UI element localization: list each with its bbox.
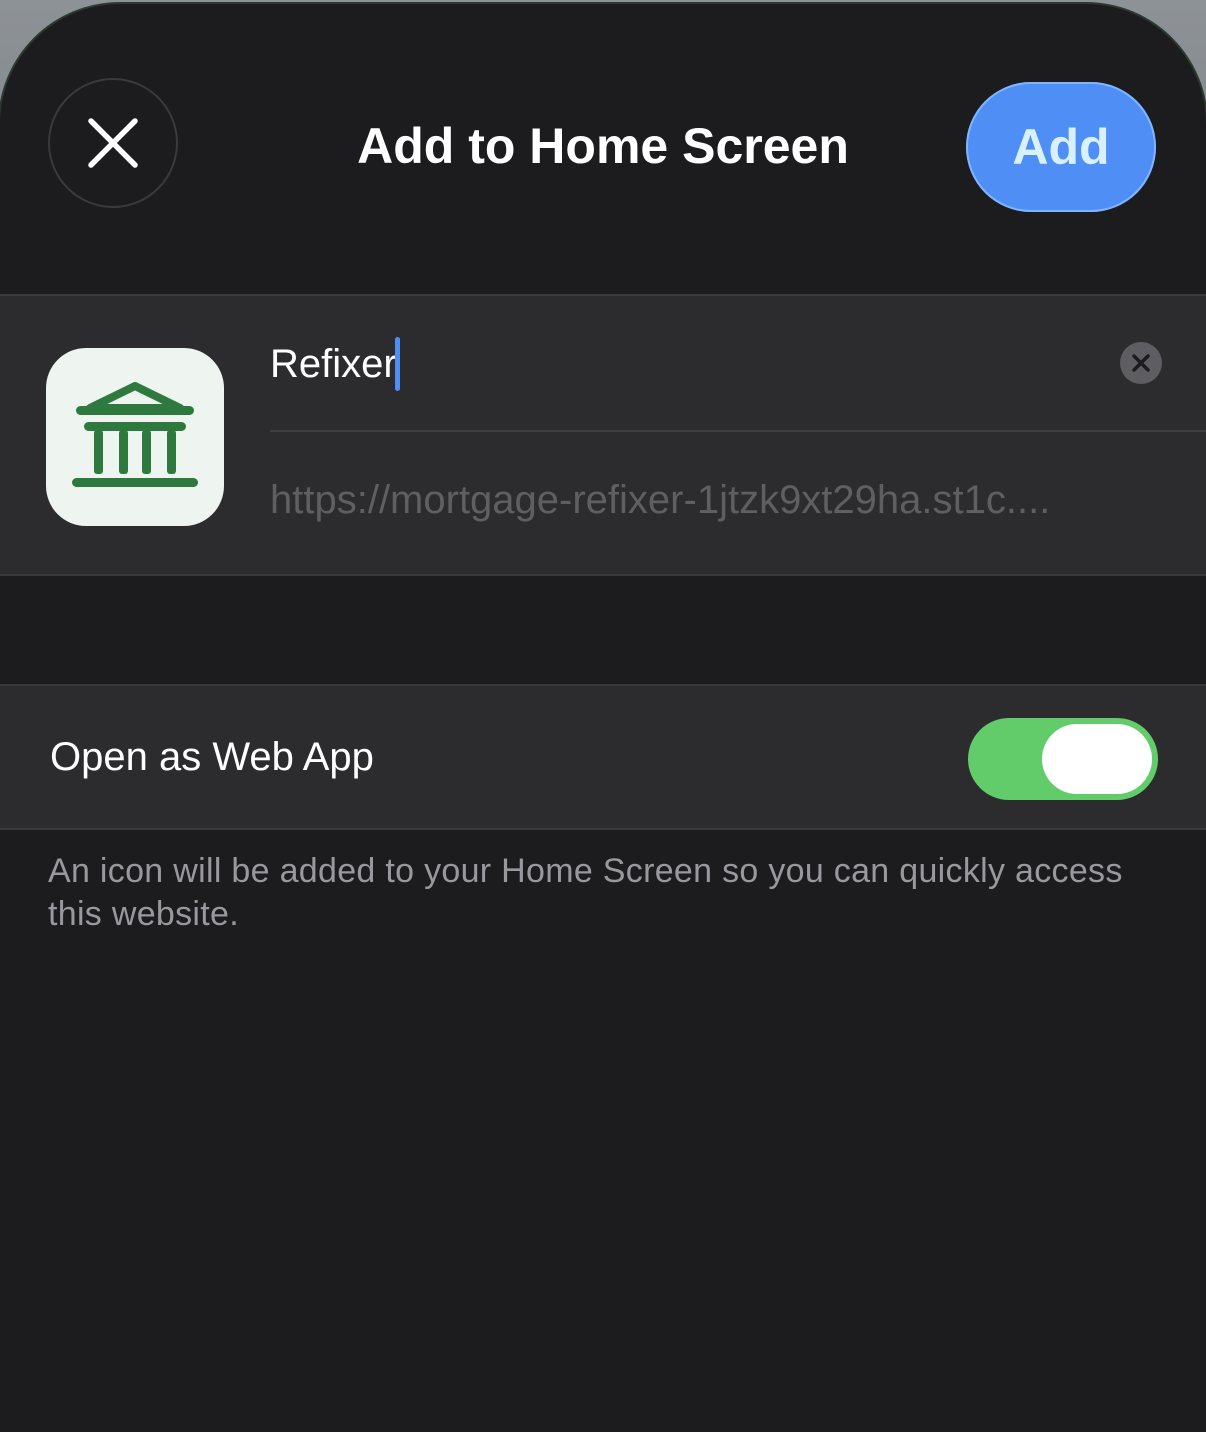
clear-circle-icon [1132, 354, 1150, 372]
toggle-knob [1042, 724, 1152, 794]
app-info-group: Refixer https://mortgage-refixer-1jtzk9x… [0, 294, 1206, 576]
close-button[interactable] [48, 78, 178, 208]
close-icon [88, 118, 138, 168]
app-url: https://mortgage-refixer-1jtzk9xt29ha.st… [270, 478, 1051, 522]
bank-icon [72, 382, 198, 487]
app-icon [46, 348, 224, 526]
app-name-value: Refixer [270, 341, 397, 386]
add-to-home-screen-sheet: Add to Home Screen Add Refixer https://m… [0, 4, 1206, 1432]
sheet-header: Add to Home Screen Add [0, 4, 1206, 294]
web-app-label: Open as Web App [50, 735, 374, 779]
text-cursor [394, 337, 400, 391]
web-app-setting-row: Open as Web App [0, 684, 1206, 830]
add-button[interactable]: Add [966, 82, 1156, 212]
footnote-text: An icon will be added to your Home Scree… [48, 852, 1123, 933]
page-title: Add to Home Screen [357, 118, 849, 174]
app-name-field[interactable]: Refixer [270, 336, 400, 392]
clear-text-button[interactable] [1120, 342, 1162, 384]
web-app-toggle[interactable] [968, 718, 1158, 800]
app-name-row: Refixer [270, 296, 1206, 432]
